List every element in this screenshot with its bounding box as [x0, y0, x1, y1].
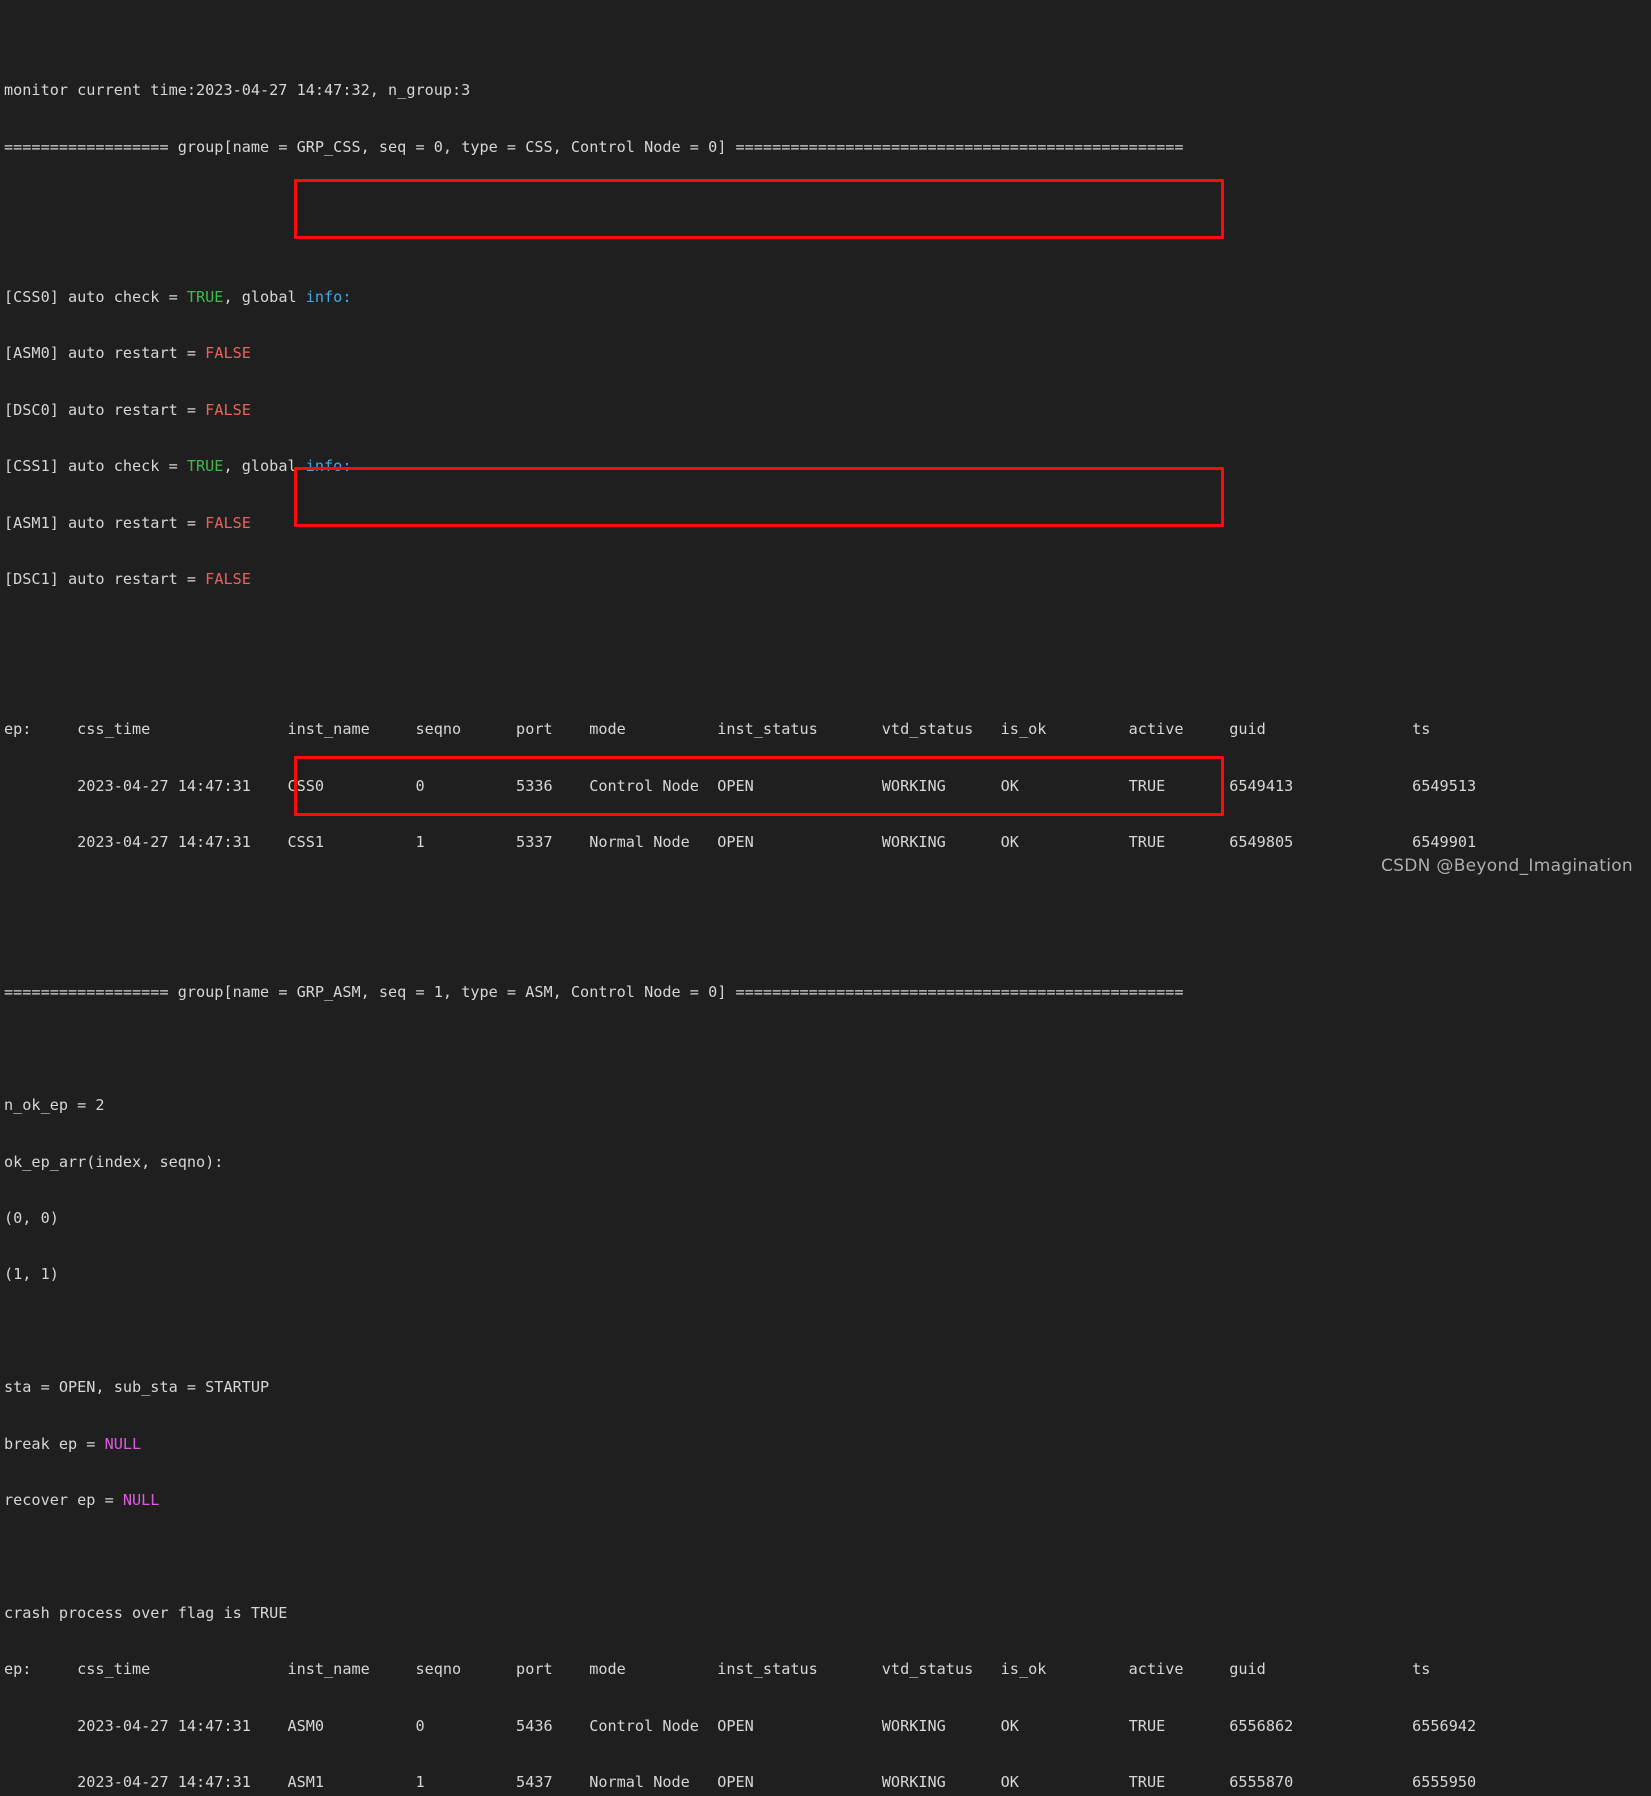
css-table-row-0: 2023-04-27 14:47:31 CSS0 0 5336 Control …	[4, 776, 1477, 795]
flag-value-css1: TRUE	[186, 457, 224, 476]
flag-info-css1: info:	[305, 457, 352, 476]
flag-label-dsc0: [DSC0] auto restart =	[4, 400, 206, 419]
flag-value-css0: TRUE	[186, 287, 224, 306]
asm-break-ep-line: break ep = NULL	[4, 1435, 1651, 1454]
asm-break-ep-label: break ep =	[4, 1434, 105, 1453]
flag-suffix-css1: , global	[223, 457, 306, 476]
sep-prefix-asm: ==================	[4, 983, 169, 1002]
asm-recover-ep-value: NULL	[122, 1490, 160, 1509]
flag-line-dsc1: [DSC1] auto restart = FALSE	[4, 570, 1651, 589]
asm-ok-ep-arr-1: (1, 1)	[4, 1265, 59, 1284]
flag-value-asm1: FALSE	[205, 513, 251, 532]
flag-label-css0: [CSS0] auto check =	[4, 287, 187, 306]
asm-table-header-row: ep: css_time inst_name seqno port mode i…	[4, 1660, 1431, 1679]
asm-n-ok-ep: n_ok_ep = 2	[4, 1096, 105, 1115]
asm-recover-ep-label: recover ep =	[4, 1490, 123, 1509]
flag-value-asm0: FALSE	[205, 344, 251, 363]
flag-label-asm0: [ASM0] auto restart =	[4, 344, 206, 363]
flag-label-asm1: [ASM1] auto restart =	[4, 513, 206, 532]
flag-label-css1: [CSS1] auto check =	[4, 457, 187, 476]
asm-sta-line: sta = OPEN, sub_sta = STARTUP	[4, 1378, 270, 1397]
monitor-header-text: monitor current time:2023-04-27 14:47:32…	[4, 81, 471, 100]
terminal-window: monitor current time:2023-04-27 14:47:32…	[0, 0, 1651, 1791]
sep-suffix-asm: ========================================…	[735, 983, 1184, 1002]
flag-line-asm0: [ASM0] auto restart = FALSE	[4, 344, 1651, 363]
asm-recover-ep-line: recover ep = NULL	[4, 1491, 1651, 1510]
asm-break-ep-value: NULL	[104, 1434, 142, 1453]
asm-ok-ep-arr-label: ok_ep_arr(index, seqno):	[4, 1152, 224, 1171]
css-table-row-1: 2023-04-27 14:47:31 CSS1 1 5337 Normal N…	[4, 833, 1477, 852]
group-header-asm: group[name = GRP_ASM, seq = 1, type = AS…	[168, 983, 736, 1002]
css-table-header-row: ep: css_time inst_name seqno port mode i…	[4, 720, 1431, 739]
group-header-css: group[name = GRP_CSS, seq = 0, type = CS…	[168, 137, 736, 156]
flag-line-css1: [CSS1] auto check = TRUE, global info:	[4, 457, 1651, 476]
flag-line-asm1: [ASM1] auto restart = FALSE	[4, 514, 1651, 533]
group-separator-css: ================== group[name = GRP_CSS,…	[4, 138, 1651, 157]
sep-suffix-css: ========================================…	[735, 137, 1184, 156]
csdn-watermark: CSDN @Beyond_Imagination	[1381, 856, 1633, 877]
monitor-header-line: monitor current time:2023-04-27 14:47:32…	[4, 81, 1651, 100]
flag-line-css0: [CSS0] auto check = TRUE, global info:	[4, 288, 1651, 307]
asm-crash-line: crash process over flag is TRUE	[4, 1603, 288, 1622]
asm-table-row-1: 2023-04-27 14:47:31 ASM1 1 5437 Normal N…	[4, 1772, 1477, 1791]
flag-line-dsc0: [DSC0] auto restart = FALSE	[4, 401, 1651, 420]
sep-prefix-css: ==================	[4, 137, 169, 156]
asm-table-row-0: 2023-04-27 14:47:31 ASM0 0 5436 Control …	[4, 1716, 1477, 1735]
flag-suffix-css0: , global	[223, 287, 306, 306]
flag-value-dsc1: FALSE	[205, 569, 251, 588]
flag-value-dsc0: FALSE	[205, 400, 251, 419]
group-separator-asm: ================== group[name = GRP_ASM,…	[4, 983, 1651, 1002]
asm-ok-ep-arr-0: (0, 0)	[4, 1209, 59, 1227]
flag-label-dsc1: [DSC1] auto restart =	[4, 569, 206, 588]
flag-info-css0: info:	[305, 287, 352, 306]
